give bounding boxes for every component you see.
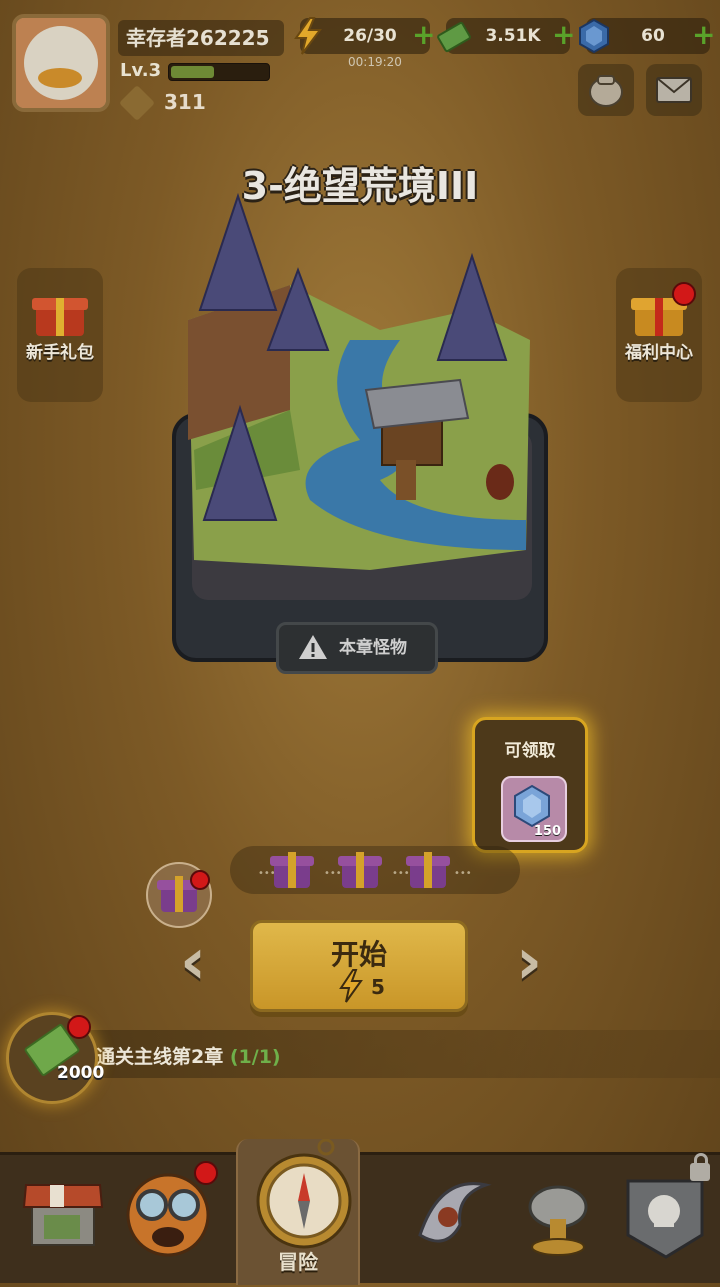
energy-resource[interactable]: 26/30 + [294, 17, 435, 55]
start-label: 开始 [330, 938, 387, 971]
xp-bar [168, 63, 270, 81]
cash-resource[interactable]: 3.51K + [437, 18, 575, 54]
backpack-icon [589, 75, 623, 107]
player-level: Lv.3 [120, 60, 162, 81]
lock-icon [690, 1153, 710, 1181]
notification-dot [194, 1161, 218, 1185]
blade-icon [418, 1182, 492, 1243]
next-stage-button[interactable]: › [504, 930, 554, 994]
start-energy-cost: 5 [371, 975, 385, 999]
starter-pack-button[interactable]: 新手礼包 [17, 268, 103, 402]
nav-guild[interactable] [606, 1153, 720, 1283]
starter-pack-label: 新手礼包 [26, 343, 94, 363]
chapter-chest-icon[interactable] [270, 848, 314, 888]
mail-button[interactable] [646, 64, 702, 116]
energy-value: 26/30 [343, 26, 397, 46]
trophy-icon [118, 84, 156, 122]
welfare-center-button[interactable]: 福利中心 [616, 268, 702, 402]
chapter-monsters-button[interactable]: 本章怪物 [276, 622, 438, 674]
nav-adventure-label: 冒险 [278, 1250, 318, 1274]
quest-progress: (1/1) [229, 1046, 281, 1068]
start-button[interactable]: 开始 5 [250, 920, 468, 1012]
nav-adventure[interactable]: 冒险 [236, 1139, 360, 1285]
nav-shop[interactable] [2, 1155, 122, 1283]
trophy-count: 311 [164, 90, 206, 114]
lightning-icon [339, 969, 363, 1003]
notification-dot [67, 1015, 91, 1039]
claimable-label: 可领取 [504, 741, 556, 761]
quest-reward-amount: 2000 [57, 1063, 105, 1083]
cash-value: 3.51K [485, 26, 541, 46]
gem-icon [579, 18, 609, 54]
reward-amount: 150 [533, 824, 561, 839]
chapter-monsters-label: 本章怪物 [339, 638, 407, 658]
quest-text: 通关主线第2章 [96, 1046, 224, 1068]
backpack-button[interactable] [578, 64, 634, 116]
add-cash-button[interactable]: + [552, 21, 575, 49]
quest-reward-button[interactable]: 2000 [6, 1012, 104, 1104]
warning-icon [299, 635, 327, 659]
add-energy-button[interactable]: + [412, 21, 435, 49]
energy-timer: 00:19:20 [348, 55, 402, 69]
stage-island-illustration[interactable] [170, 190, 554, 675]
chapter-chest-icon[interactable] [338, 848, 382, 888]
notification-dot [190, 870, 210, 890]
shop-icon [22, 1184, 104, 1246]
gift-icon [32, 290, 88, 336]
gem-value: 60 [641, 26, 665, 46]
claimable-reward-card[interactable]: 可领取 150 [472, 717, 588, 853]
chapter-chest-icon[interactable] [406, 848, 450, 888]
player-name: 幸存者262225 [118, 20, 284, 56]
compass-icon [256, 1139, 352, 1249]
cash-icon [437, 21, 471, 53]
player-avatar[interactable] [12, 14, 110, 112]
gift-bubble-button[interactable] [146, 862, 212, 928]
duck-avatar-icon [24, 26, 98, 100]
chapter-reward-track: ••• ••• ••• ••• [230, 846, 520, 894]
add-gem-button[interactable]: + [692, 21, 715, 49]
nav-character[interactable] [112, 1155, 232, 1283]
gem-resource[interactable]: 60 + [579, 18, 715, 54]
lightning-icon [294, 17, 322, 55]
welfare-center-label: 福利中心 [625, 343, 693, 363]
nav-radar[interactable] [498, 1155, 618, 1283]
main-quest-bar[interactable]: 通关主线第2章 (1/1) [60, 1030, 720, 1078]
previous-stage-button[interactable]: ‹ [168, 930, 218, 994]
mail-icon [656, 77, 692, 103]
radar-dish-icon [528, 1185, 588, 1256]
notification-dot [672, 282, 696, 306]
bottom-navigation: 冒险 [0, 1139, 720, 1285]
nav-weapons[interactable] [390, 1155, 510, 1283]
